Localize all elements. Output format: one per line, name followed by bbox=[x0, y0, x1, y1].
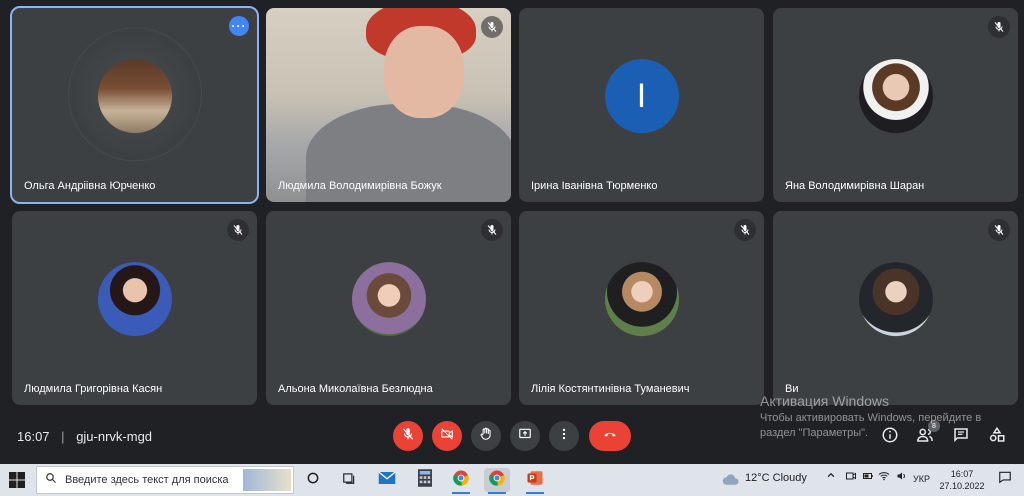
search-placeholder: Введите здесь текст для поиска bbox=[65, 474, 229, 486]
activation-title: Активация Windows bbox=[760, 393, 890, 409]
raise-hand-button[interactable] bbox=[471, 421, 501, 451]
avatar bbox=[604, 262, 679, 337]
participant-tile[interactable]: Ви bbox=[773, 211, 1018, 405]
participant-tile[interactable]: Альона Миколаївна Безлюдна bbox=[266, 211, 511, 405]
clock-time: 16:07 bbox=[950, 469, 974, 479]
mic-off-icon bbox=[401, 427, 415, 446]
leave-call-button[interactable] bbox=[589, 421, 631, 451]
more-vert-icon bbox=[557, 427, 571, 446]
start-button[interactable] bbox=[8, 471, 26, 489]
taskbar-mail[interactable] bbox=[374, 468, 400, 492]
weather-readout[interactable]: 12°C Cloudy bbox=[745, 472, 807, 484]
wifi-icon[interactable] bbox=[878, 470, 890, 485]
present-icon bbox=[518, 427, 532, 446]
search-icon bbox=[45, 471, 57, 489]
more-options-button[interactable] bbox=[549, 421, 579, 451]
avatar bbox=[97, 59, 172, 134]
participant-tile[interactable]: I Ірина Іванівна Тюрменко bbox=[519, 8, 764, 202]
windows-taskbar: Введите здесь текст для поиска 12°C Clou… bbox=[0, 464, 1024, 496]
participant-name: Ольга Андріівна Юрченко bbox=[24, 180, 156, 192]
hang-up-icon bbox=[601, 427, 619, 446]
activation-line-2: раздел "Параметры". bbox=[760, 427, 869, 439]
hand-icon bbox=[479, 427, 493, 446]
more-options-icon[interactable]: ··· bbox=[229, 16, 249, 36]
participant-tile[interactable]: Лілія Костянтинівна Туманевич bbox=[519, 211, 764, 405]
taskbar-powerpoint[interactable] bbox=[522, 468, 548, 494]
chrome-icon bbox=[488, 469, 506, 492]
battery-icon[interactable] bbox=[862, 470, 874, 485]
mail-icon bbox=[378, 470, 396, 490]
windows-activation-watermark: Активация Windows Чтобы активировать Win… bbox=[760, 393, 981, 441]
clock-date: 27.10.2022 bbox=[939, 481, 985, 491]
taskbar-chrome[interactable] bbox=[448, 468, 474, 494]
windows-logo-icon bbox=[9, 472, 25, 488]
circle-icon bbox=[306, 471, 320, 490]
avatar bbox=[97, 262, 172, 337]
volume-icon[interactable] bbox=[896, 470, 908, 485]
activation-line-1: Чтобы активировать Windows, перейдите в bbox=[760, 412, 982, 424]
avatar: I bbox=[604, 59, 679, 134]
taskbar-chrome-window[interactable] bbox=[484, 468, 510, 494]
mic-off-icon bbox=[227, 219, 249, 241]
avatar bbox=[858, 262, 933, 337]
weather-cloud-icon bbox=[722, 473, 740, 491]
participant-grid: ··· Ольга Андріівна Юрченко Людмила Воло… bbox=[0, 0, 1024, 412]
mic-off-icon bbox=[734, 219, 756, 241]
meeting-time: 16:07 bbox=[17, 429, 50, 444]
meeting-info: 16:07 | gju-nrvk-mgd bbox=[17, 429, 152, 444]
input-language[interactable]: УКР bbox=[913, 474, 930, 484]
calculator-icon bbox=[418, 468, 432, 492]
participant-tile[interactable]: Яна Володимирівна Шаран bbox=[773, 8, 1018, 202]
camera-tray-icon[interactable] bbox=[845, 470, 857, 485]
taskbar-calculator[interactable] bbox=[412, 468, 438, 492]
participant-name: Лілія Костянтинівна Туманевич bbox=[531, 383, 690, 395]
participant-tile[interactable]: Людмила Григорівна Касян bbox=[12, 211, 257, 405]
mic-toggle-button[interactable] bbox=[393, 421, 423, 451]
mic-off-icon bbox=[481, 219, 503, 241]
participant-tile[interactable]: Людмила Володимирівна Божук bbox=[266, 8, 511, 202]
separator: | bbox=[61, 429, 65, 444]
activities-button[interactable] bbox=[986, 426, 1008, 448]
mic-off-icon bbox=[988, 219, 1010, 241]
mic-off-icon bbox=[481, 16, 503, 38]
chrome-icon bbox=[452, 469, 470, 492]
taskbar-search-box[interactable]: Введите здесь текст для поиска bbox=[36, 466, 294, 494]
tray-overflow-chevron-icon[interactable] bbox=[826, 470, 836, 483]
task-view-icon bbox=[342, 471, 356, 490]
participant-name: Людмила Володимирівна Божук bbox=[278, 180, 442, 192]
notifications-icon[interactable] bbox=[998, 470, 1012, 487]
present-screen-button[interactable] bbox=[510, 421, 540, 451]
task-view-button[interactable] bbox=[336, 468, 362, 492]
camera-off-icon bbox=[440, 427, 454, 446]
avatar bbox=[351, 262, 426, 337]
participant-tile[interactable]: ··· Ольга Андріівна Юрченко bbox=[10, 6, 259, 204]
shapes-icon bbox=[988, 426, 1006, 449]
camera-toggle-button[interactable] bbox=[432, 421, 462, 451]
taskbar-clock[interactable]: 16:07 27.10.2022 bbox=[938, 468, 986, 492]
meeting-code: gju-nrvk-mgd bbox=[76, 429, 153, 444]
participant-name: Людмила Григорівна Касян bbox=[24, 383, 163, 395]
participant-name: Альона Миколаївна Безлюдна bbox=[278, 383, 433, 395]
avatar bbox=[858, 59, 933, 134]
powerpoint-icon bbox=[526, 469, 544, 492]
participant-name: Яна Володимирівна Шаран bbox=[785, 180, 925, 192]
mic-off-icon bbox=[988, 16, 1010, 38]
cortana-button[interactable] bbox=[300, 468, 326, 492]
participant-name: Ірина Іванівна Тюрменко bbox=[531, 180, 658, 192]
participant-video bbox=[266, 8, 511, 202]
search-highlight-image bbox=[243, 469, 291, 491]
